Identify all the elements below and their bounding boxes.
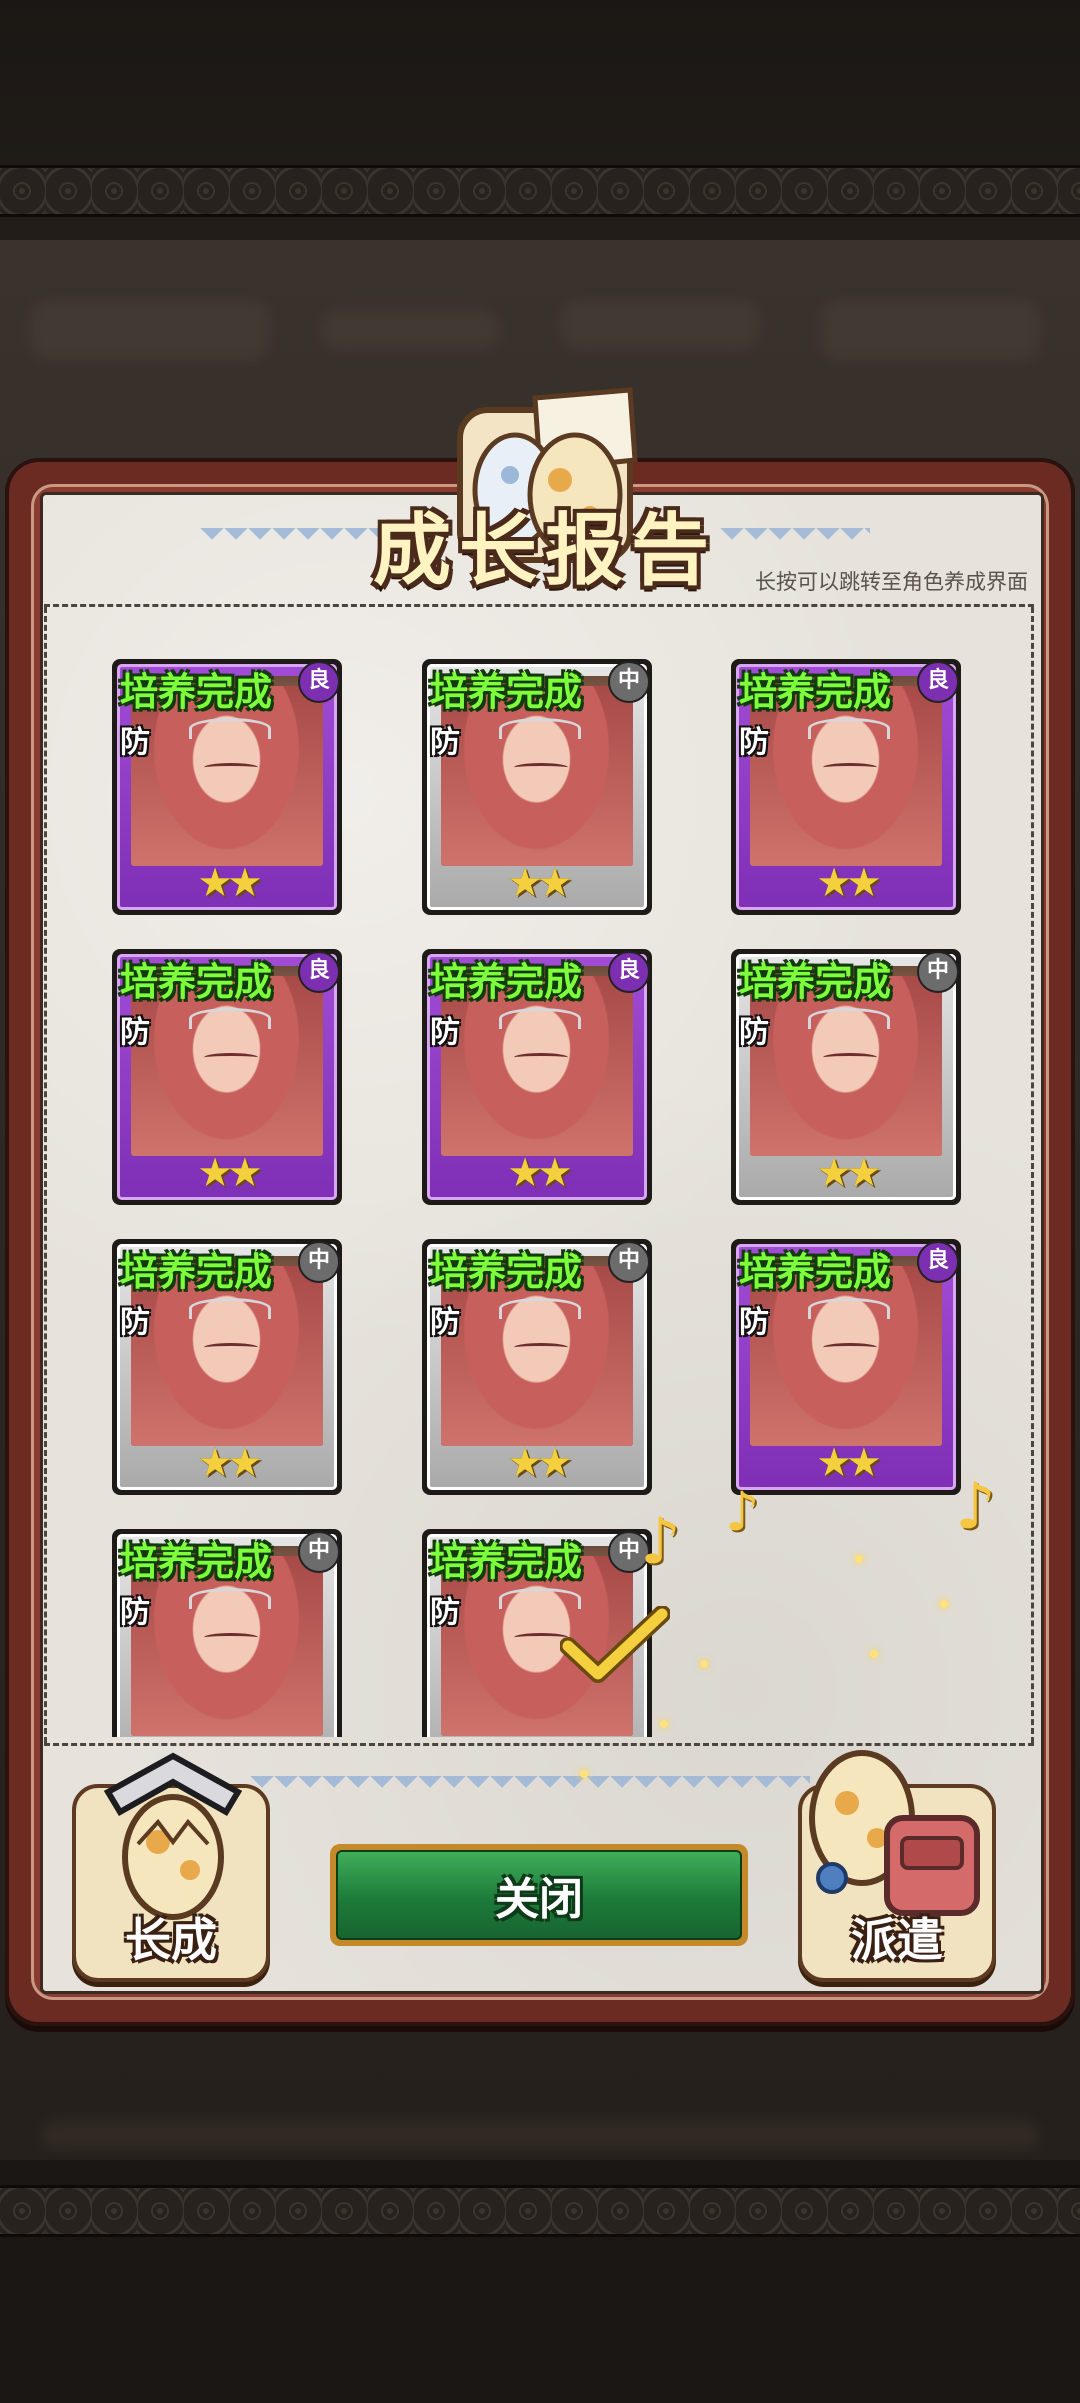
music-note-icon: ♪ <box>955 1470 996 1544</box>
music-note-icon: ♪ <box>725 1480 760 1543</box>
egg-icon <box>103 1752 243 1920</box>
role-label: 防 <box>120 725 150 760</box>
role-label: 防 <box>120 1595 150 1630</box>
character-card[interactable]: ★★ 培养完成防 中 <box>422 659 652 915</box>
character-card[interactable]: ★★ 培养完成防 良 <box>112 949 342 1205</box>
star-rating: ★★ <box>816 1150 882 1196</box>
sparkle <box>855 1555 863 1563</box>
rank-badge: 中 <box>608 1241 650 1283</box>
top-ornament-strip <box>0 165 1080 217</box>
role-label: 防 <box>739 1305 769 1340</box>
screen: 成长报告 长按可以跳转至角色养成界面 ★★ 培养完成防良 ★★ 培养完成防中 ★★ 培养完… <box>0 0 1080 2403</box>
training-status-label: 培养完成 <box>120 960 273 1004</box>
sparkle <box>870 1650 878 1658</box>
training-status-label: 培养完成 <box>739 1250 892 1294</box>
checkmark-icon <box>560 1606 670 1683</box>
training-status-label: 培养完成 <box>120 1540 273 1584</box>
training-status-label: 培养完成 <box>739 960 892 1004</box>
top-band <box>0 0 1080 240</box>
bottom-band <box>0 2160 1080 2403</box>
training-status-label: 培养完成 <box>430 1540 583 1584</box>
role-label: 防 <box>739 1015 769 1050</box>
long-press-hint: 长按可以跳转至角色养成界面 <box>755 570 1028 594</box>
rank-badge: 中 <box>298 1531 340 1573</box>
sparkle <box>580 1770 588 1778</box>
music-note-icon: ♪ <box>640 1505 681 1579</box>
character-card[interactable]: ★★ 培养完成防 中 <box>112 1529 342 1737</box>
star-rating: ★★ <box>507 860 573 906</box>
role-label: 防 <box>430 1015 460 1050</box>
character-card[interactable]: ★★ 培养完成防 良 <box>422 949 652 1205</box>
rank-badge: 中 <box>298 1241 340 1283</box>
rank-badge: 良 <box>608 951 650 993</box>
star-rating: ★★ <box>816 860 882 906</box>
training-status-label: 培养完成 <box>430 670 583 714</box>
role-label: 防 <box>120 1015 150 1050</box>
rank-badge: 中 <box>917 951 959 993</box>
star-rating: ★★ <box>197 1440 263 1486</box>
rank-badge: 中 <box>608 661 650 703</box>
page-title: 成长报告 <box>372 506 717 596</box>
training-status-label: 培养完成 <box>120 670 273 714</box>
training-status-label: 培养完成 <box>430 1250 583 1294</box>
role-label: 防 <box>430 725 460 760</box>
star-rating: ★★ <box>427 1730 647 1737</box>
sparkle <box>940 1600 948 1608</box>
rank-badge: 良 <box>298 661 340 703</box>
rank-badge: 良 <box>917 661 959 703</box>
sparkle <box>700 1660 708 1668</box>
star-rating: ★★ <box>507 1440 573 1486</box>
rank-badge: 良 <box>298 951 340 993</box>
role-label: 防 <box>430 1595 460 1630</box>
bottom-ornament-strip <box>0 2185 1080 2237</box>
close-button[interactable]: 关闭 <box>330 1844 748 1946</box>
dispatch-button[interactable]: 派遣 <box>798 1750 996 1982</box>
role-label: 防 <box>739 725 769 760</box>
character-card[interactable]: ★★ 培养完成防 良 <box>731 1239 961 1495</box>
rank-badge: 良 <box>917 1241 959 1283</box>
character-card[interactable]: ★★ 培养完成防 中 <box>112 1239 342 1495</box>
star-rating: ★★ <box>197 1150 263 1196</box>
role-label: 防 <box>430 1305 460 1340</box>
star-rating: ★★ <box>117 1730 337 1737</box>
sparkle <box>660 1720 668 1728</box>
star-rating: ★★ <box>197 860 263 906</box>
character-card[interactable]: ★★ 培养完成防 良 <box>112 659 342 915</box>
character-card[interactable]: ★★ 培养完成防 中 <box>422 1239 652 1495</box>
backpack-egg-icon <box>809 1750 980 1916</box>
role-label: 防 <box>120 1305 150 1340</box>
training-status-label: 培养完成 <box>739 670 892 714</box>
zigzag-decoration-right <box>720 528 870 552</box>
character-card[interactable]: ★★ 培养完成防 良 <box>731 659 961 915</box>
grow-button-label: 长成 <box>125 1913 217 1967</box>
character-card[interactable]: ★★ 培养完成防 中 <box>731 949 961 1205</box>
close-button-label: 关闭 <box>495 1874 583 1925</box>
character-card-grid[interactable]: ★★ 培养完成防良 ★★ 培养完成防中 ★★ 培养完成防良 ★★ 培养完成防良 ★★ 培养完成防良… <box>44 607 1034 1737</box>
star-rating: ★★ <box>507 1150 573 1196</box>
training-status-label: 培养完成 <box>430 960 583 1004</box>
star-rating: ★★ <box>816 1440 882 1486</box>
grow-button[interactable]: 长成 <box>72 1752 270 1982</box>
training-status-label: 培养完成 <box>120 1250 273 1294</box>
dispatch-button-label: 派遣 <box>851 1913 943 1967</box>
zigzag-decoration-bottom <box>250 1776 810 1800</box>
